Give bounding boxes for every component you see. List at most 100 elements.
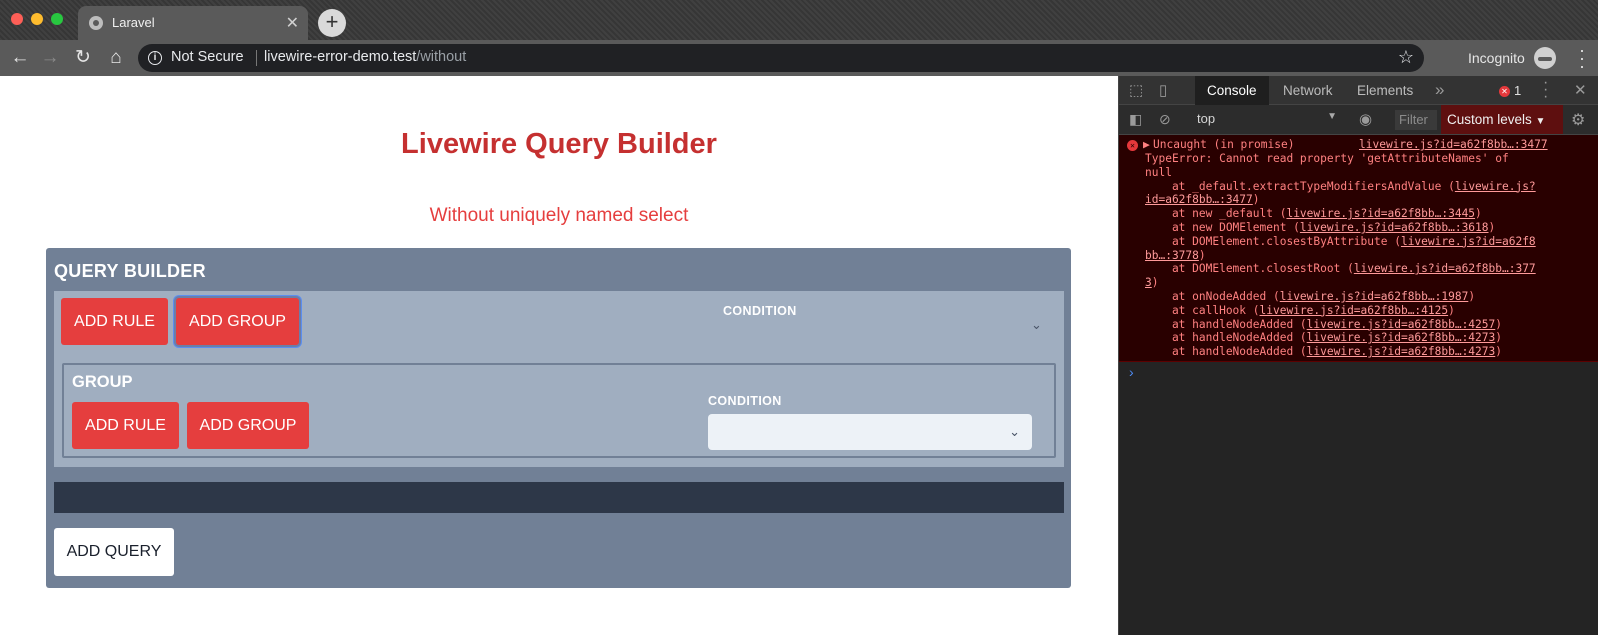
stack-source-link[interactable]: bb…:3778: [1145, 249, 1199, 262]
stack-source-link[interactable]: livewire.js?id=a62f8bb…:1987: [1280, 290, 1469, 303]
eye-icon[interactable]: ◉: [1359, 110, 1372, 128]
triangle-down-icon: ▼: [1535, 116, 1546, 127]
stack-trace-line: TypeError: Cannot read property 'getAttr…: [1145, 152, 1509, 165]
query-builder-panel: QUERY BUILDER ADD RULE ADD GROUP CONDITI…: [46, 248, 1071, 588]
add-rule-button[interactable]: ADD RULE: [61, 298, 168, 345]
group-add-group-button[interactable]: ADD GROUP: [187, 402, 309, 449]
info-icon[interactable]: i: [148, 51, 162, 65]
group-add-rule-button[interactable]: ADD RULE: [72, 402, 179, 449]
stack-trace-line: at callHook (livewire.js?id=a62f8bb…:412…: [1145, 303, 1455, 317]
close-devtools-icon[interactable]: ✕: [1574, 81, 1587, 99]
stack-trace-line: at _default.extractTypeModifiersAndValue…: [1145, 179, 1536, 193]
chevron-down-icon[interactable]: ⌄: [1031, 317, 1042, 333]
log-levels-label: Custom levels: [1447, 112, 1532, 127]
nested-group: GROUP ADD RULE ADD GROUP CONDITION ⌄: [62, 363, 1056, 458]
bookmark-star-icon[interactable]: ☆: [1398, 47, 1414, 68]
home-icon[interactable]: ⌂: [104, 46, 128, 70]
page-title: Livewire Query Builder: [401, 128, 717, 160]
error-icon: ✕: [1127, 140, 1138, 151]
tab-console[interactable]: Console: [1195, 76, 1269, 105]
globe-icon: [89, 16, 103, 30]
page-viewport: Livewire Query Builder Without uniquely …: [0, 76, 1118, 635]
error-heading: Uncaught (in promise): [1153, 138, 1295, 151]
close-window-button[interactable]: [11, 13, 23, 25]
devtools-menu-icon[interactable]: · · ·: [1543, 75, 1548, 105]
stack-trace-line: id=a62f8bb…:3477): [1145, 193, 1260, 207]
tab-close-icon[interactable]: ✕: [286, 13, 299, 33]
group-condition-label: CONDITION: [708, 394, 782, 408]
device-toolbar-icon[interactable]: ▯: [1159, 81, 1167, 99]
stack-source-link[interactable]: livewire.js?id=a62f8bb…:3618: [1300, 221, 1489, 234]
maximize-window-button[interactable]: [51, 13, 63, 25]
stack-source-link[interactable]: livewire.js?id=a62f8bb…:4257: [1307, 318, 1496, 331]
url-text[interactable]: livewire-error-demo.test/without: [264, 49, 466, 65]
query-output-bar: [54, 482, 1064, 513]
stack-trace-line: at handleNodeAdded (livewire.js?id=a62f8…: [1145, 331, 1502, 345]
gear-icon[interactable]: ⚙: [1571, 110, 1585, 130]
reload-icon[interactable]: ↻: [71, 46, 95, 70]
browser-tab[interactable]: Laravel ✕: [78, 6, 308, 40]
stack-source-link[interactable]: 3: [1145, 276, 1152, 289]
forward-arrow-icon[interactable]: →: [38, 46, 62, 70]
log-levels-dropdown[interactable]: Custom levels ▼: [1441, 105, 1563, 134]
stack-source-link[interactable]: livewire.js?id=a62f8: [1401, 235, 1536, 248]
devtools-tab-bar: ⬚ ▯ Console Network Elements » ✕ 1 · · · ✕: [1119, 75, 1598, 105]
context-value: top: [1197, 111, 1216, 126]
stack-source-link[interactable]: livewire.js?id=a62f8bb…:4273: [1307, 331, 1496, 344]
address-bar[interactable]: i Not Secure livewire-error-demo.test/wi…: [138, 44, 1424, 72]
stack-source-link[interactable]: livewire.js?id=a62f8bb…:377: [1354, 262, 1536, 275]
inspect-element-icon[interactable]: ⬚: [1129, 81, 1143, 99]
clear-console-icon[interactable]: ⊘: [1159, 111, 1171, 128]
incognito-label: Incognito: [1468, 50, 1525, 66]
console-prompt-icon[interactable]: ›: [1129, 364, 1134, 380]
tab-title: Laravel: [112, 15, 155, 30]
stack-trace-line: at handleNodeAdded (livewire.js?id=a62f8…: [1145, 317, 1502, 331]
add-group-button[interactable]: ADD GROUP: [176, 298, 299, 345]
back-arrow-icon[interactable]: ←: [8, 46, 32, 70]
context-select[interactable]: top ▼: [1197, 111, 1337, 126]
error-count-badge[interactable]: ✕ 1: [1499, 83, 1521, 98]
query-builder-title: QUERY BUILDER: [54, 261, 206, 281]
more-tabs-icon[interactable]: »: [1435, 80, 1444, 100]
error-icon: ✕: [1499, 86, 1510, 97]
console-error-message[interactable]: ✕ ▶ Uncaught (in promise) livewire.js?id…: [1119, 135, 1598, 362]
stack-trace-line: at onNodeAdded (livewire.js?id=a62f8bb…:…: [1145, 290, 1476, 303]
sidebar-toggle-icon[interactable]: ◧: [1129, 111, 1142, 128]
add-query-button[interactable]: ADD QUERY: [54, 528, 174, 576]
page-subtitle: Without uniquely named select: [429, 205, 689, 226]
stack-trace-line: at DOMElement.closestByAttribute (livewi…: [1145, 234, 1536, 248]
tab-elements[interactable]: Elements: [1357, 76, 1413, 105]
expand-triangle-icon[interactable]: ▶: [1143, 138, 1150, 152]
stack-trace-line: at DOMElement.closestRoot (livewire.js?i…: [1145, 262, 1536, 276]
condition-label: CONDITION: [723, 304, 797, 318]
stack-trace-line: 3): [1145, 276, 1159, 290]
filter-input[interactable]: Filter: [1395, 110, 1437, 130]
browser-menu-icon[interactable]: · · ·: [1576, 41, 1588, 75]
stack-trace-line: bb…:3778): [1145, 248, 1206, 262]
condition-select[interactable]: ⌄: [708, 414, 1032, 450]
error-source-link[interactable]: livewire.js?id=a62f8bb…:3477: [1359, 138, 1548, 152]
stack-source-link[interactable]: id=a62f8bb…:3477: [1145, 193, 1253, 206]
url-host: livewire-error-demo.test: [264, 49, 417, 65]
stack-source-link[interactable]: livewire.js?id=a62f8bb…:4273: [1307, 345, 1496, 358]
stack-trace-line: at new DOMElement (livewire.js?id=a62f8b…: [1145, 221, 1496, 234]
group-title: GROUP: [72, 373, 133, 391]
browser-tab-strip: Laravel ✕ +: [0, 0, 1598, 40]
devtools-panel: ⬚ ▯ Console Network Elements » ✕ 1 · · · ✕ …: [1118, 75, 1598, 635]
browser-toolbar: ← → ↻ ⌂ i Not Secure livewire-error-demo…: [0, 40, 1598, 76]
stack-trace-line: at new _default (livewire.js?id=a62f8bb……: [1145, 207, 1482, 221]
security-label[interactable]: Not Secure: [171, 49, 244, 65]
incognito-icon[interactable]: [1534, 47, 1556, 69]
divider: [256, 50, 257, 66]
stack-source-link[interactable]: livewire.js?id=a62f8bb…:3445: [1286, 207, 1475, 220]
triangle-down-icon: ▼: [1327, 111, 1337, 122]
stack-source-link[interactable]: livewire.js?id=a62f8bb…:4125: [1260, 304, 1449, 317]
new-tab-button[interactable]: +: [318, 9, 346, 37]
stack-source-link[interactable]: livewire.js?: [1455, 180, 1536, 193]
minimize-window-button[interactable]: [31, 13, 43, 25]
console-toolbar: ◧ ⊘ top ▼ ◉ Filter Custom levels ▼ ⚙: [1119, 105, 1598, 135]
chevron-down-icon: ⌄: [1009, 424, 1020, 439]
stack-trace-line: null: [1145, 165, 1172, 179]
tab-network[interactable]: Network: [1283, 76, 1333, 105]
stack-trace-line: at handleNodeAdded (livewire.js?id=a62f8…: [1145, 345, 1502, 359]
